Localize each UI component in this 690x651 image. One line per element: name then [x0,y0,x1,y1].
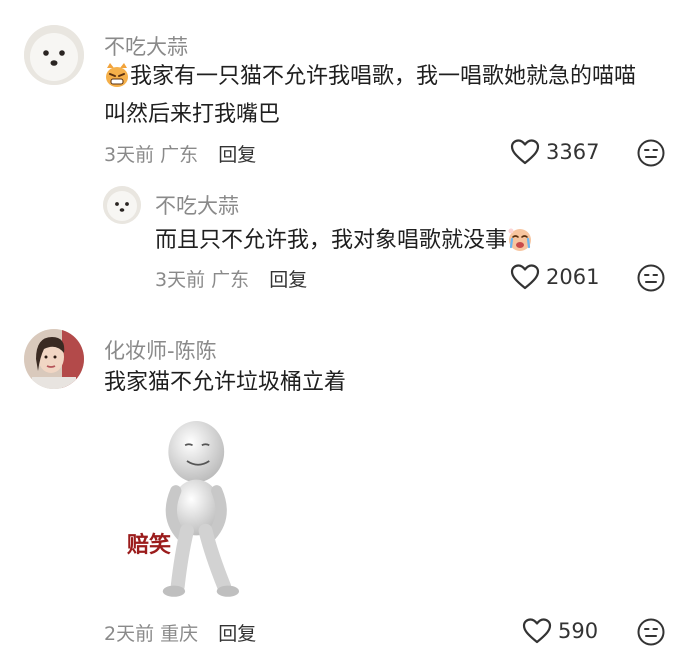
reply-location: 广东 [211,269,250,291]
reply-text: 而且只不允许我，我对象唱歌就没事 [155,228,508,253]
reply-button[interactable]: 回复 [218,144,256,166]
reply-button[interactable]: 回复 [218,623,256,645]
reply-avatar[interactable] [103,186,141,224]
crying-emoji [508,228,532,251]
comment-location: 广东 [160,144,199,166]
comment-username[interactable]: 不吃大蒜 [104,31,188,61]
comment-text: 我家猫不允许垃圾桶立着 [104,370,347,395]
comment-meta: 2天前 重庆 回复 [104,619,256,646]
like-count: 2061 [546,265,600,289]
like-button[interactable]: 3367 [510,138,599,166]
dislike-face-icon[interactable] [636,617,666,647]
reply-text-row: 而且只不允许我，我对象唱歌就没事 [155,222,533,259]
comment-meta: 3天前 广东 回复 [104,140,256,167]
avatar[interactable] [24,329,84,389]
comment-time: 3天前 [104,144,155,166]
comment-location: 重庆 [160,623,199,645]
sticker-label: 赔笑 [127,532,172,558]
dislike-face-icon[interactable] [636,138,666,168]
angry-cat-emoji [106,63,128,87]
sticker-image[interactable] [120,410,306,605]
comment-time: 2天前 [104,623,155,645]
heart-icon [510,264,540,290]
like-count: 3367 [546,140,600,164]
avatar[interactable] [24,25,84,85]
comment-text: 我家有一只猫不允许我唱歌，我一唱歌她就急的喵喵 [104,58,636,95]
heart-icon [522,618,552,644]
dislike-face-icon[interactable] [636,263,666,293]
reply-time: 3天前 [155,269,206,291]
comment-text-line2: 叫然后来打我嘴巴 [104,102,281,127]
comment-username[interactable]: 化妆师-陈陈 [104,335,217,365]
like-button[interactable]: 590 [522,617,598,645]
reply-meta: 3天前 广东 回复 [155,265,307,292]
comment-text-line1: 我家有一只猫不允许我唱歌，我一唱歌她就急的喵喵 [130,64,637,89]
like-button[interactable]: 2061 [510,263,599,291]
reply-button[interactable]: 回复 [269,269,307,291]
heart-icon [510,139,540,165]
like-count: 590 [558,619,599,643]
reply-username[interactable]: 不吃大蒜 [155,190,239,220]
